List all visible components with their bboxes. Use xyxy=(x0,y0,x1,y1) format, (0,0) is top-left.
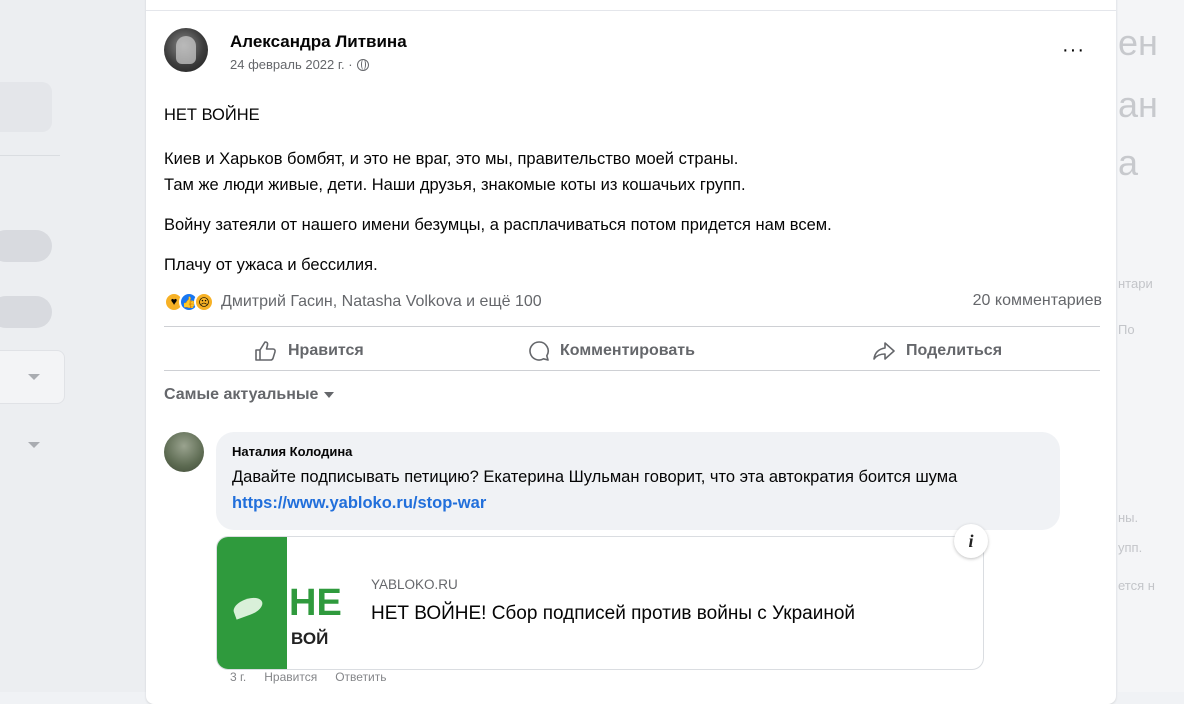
comment-bubble: Наталия Колодина Давайте подписывать пет… xyxy=(216,432,1060,530)
comment-like-button[interactable]: Нравится xyxy=(264,670,317,684)
thumbs-up-icon xyxy=(255,341,276,361)
post-heading: НЕТ ВОЙНЕ xyxy=(164,106,260,124)
background-text: а xyxy=(1118,142,1139,183)
post-paragraph: Там же люди живые, дети. Наши друзья, зн… xyxy=(164,176,746,194)
background-text: По xyxy=(1118,322,1135,337)
background-text: нтари xyxy=(1118,276,1153,291)
link-preview-card[interactable]: НЕ ВОЙ YABLOKO.RU НЕТ ВОЙНЕ! Сбор подпис… xyxy=(216,536,984,670)
sidebar-block xyxy=(0,82,52,132)
link-preview-title[interactable]: НЕТ ВОЙНЕ! Сбор подписей против войны с … xyxy=(371,603,855,625)
background-text: ны. xyxy=(1118,510,1139,525)
link-preview-image: НЕ ВОЙ xyxy=(217,537,353,669)
reactions-summary[interactable]: ♥ 👍 ☹ Дмитрий Гасин, Natasha Volkova и е… xyxy=(164,292,542,312)
post-paragraph: Плачу от ужаса и бессилия. xyxy=(164,256,378,274)
comment-label: Комментировать xyxy=(560,342,695,359)
globe-icon xyxy=(356,58,369,71)
comment-age[interactable]: 3 г. xyxy=(230,670,246,684)
author-avatar[interactable] xyxy=(164,28,208,72)
sort-label: Самые актуальные xyxy=(164,386,319,403)
background-text: ен xyxy=(1118,22,1158,63)
chevron-down-icon[interactable] xyxy=(28,374,40,380)
post-card: Александра Литвина 24 февраль 2022 г. · … xyxy=(146,0,1116,704)
commenter-avatar[interactable] xyxy=(164,432,204,472)
comments-count[interactable]: 20 комментариев xyxy=(973,292,1102,310)
chevron-down-icon[interactable] xyxy=(28,442,40,448)
reactors-text[interactable]: Дмитрий Гасин, Natasha Volkova и ещё 100 xyxy=(221,293,542,311)
share-icon xyxy=(873,342,895,360)
post-paragraph: Киев и Харьков бомбят, и это не враг, эт… xyxy=(164,150,739,168)
comment-sort-dropdown[interactable]: Самые актуальные xyxy=(164,386,335,404)
comment-reply-button[interactable]: Ответить xyxy=(335,670,386,684)
leaf-icon xyxy=(231,594,265,620)
link-preview-domain: YABLOKO.RU xyxy=(371,577,458,592)
card-top-strip xyxy=(146,0,1116,11)
sidebar-divider xyxy=(0,155,60,156)
share-label: Поделиться xyxy=(906,342,1003,359)
comment-author[interactable]: Наталия Колодина xyxy=(232,444,352,459)
left-sidebar-background xyxy=(0,0,146,692)
more-options-button[interactable]: ··· xyxy=(1062,40,1085,60)
background-text: ан xyxy=(1118,84,1158,125)
comment-button[interactable]: Комментировать xyxy=(528,340,695,362)
post-paragraph: Войну затеяли от нашего имени безумцы, а… xyxy=(164,216,832,234)
comment-footer: 3 г. Нравится Ответить xyxy=(230,670,387,684)
post-meta: 24 февраль 2022 г. · xyxy=(230,57,369,72)
comment-text: Давайте подписывать петицию? Екатерина Ш… xyxy=(232,468,958,512)
comment-link[interactable]: https://www.yabloko.ru/stop-war xyxy=(232,494,486,512)
sad-reaction-icon: ☹ xyxy=(194,292,214,312)
comment-icon xyxy=(529,341,549,361)
info-icon[interactable]: i xyxy=(954,524,988,558)
right-background: ен ан а нтари По ны. упп. ется н xyxy=(1118,0,1184,692)
like-label: Нравится xyxy=(288,342,364,359)
divider xyxy=(164,370,1100,371)
chevron-down-icon xyxy=(324,392,335,398)
post-date[interactable]: 24 февраль 2022 г. · xyxy=(230,57,353,72)
like-button[interactable]: Нравится xyxy=(254,340,364,362)
preview-image-subheadline: ВОЙ xyxy=(291,629,329,648)
divider xyxy=(164,326,1100,327)
sidebar-toggle[interactable] xyxy=(0,230,52,262)
share-button[interactable]: Поделиться xyxy=(872,340,1002,362)
preview-image-headline: НЕ xyxy=(289,582,342,624)
author-name[interactable]: Александра Литвина xyxy=(230,32,407,52)
background-text: ется н xyxy=(1118,578,1155,593)
sidebar-toggle[interactable] xyxy=(0,296,52,328)
background-text: упп. xyxy=(1118,540,1143,555)
